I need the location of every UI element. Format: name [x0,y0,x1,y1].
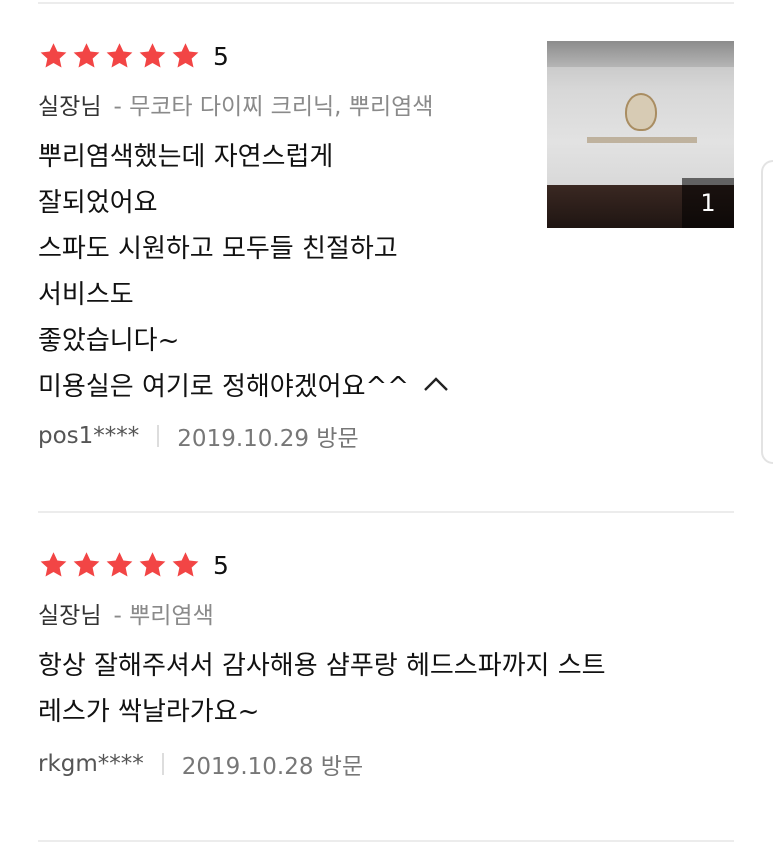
review-photo[interactable]: 1 [547,41,734,228]
review-line: 좋았습니다~ [38,326,180,356]
review-divider [38,511,734,513]
star-rating [38,41,201,71]
service-list: - 뿌리염색 [113,603,214,629]
star-icon [104,41,135,71]
salon-logo [625,93,657,131]
star-icon [71,550,102,580]
service-list: - 무코타 다이찌 크리닉, 뿌리염색 [113,94,434,120]
scroll-handle[interactable] [761,160,773,464]
star-icon [104,550,135,580]
designer-row: 실장님 - 뿌리염색 [38,601,734,631]
review-item: 5 실장님 - 뿌리염색 항상 잘해주셔서 감사해용 샴푸랑 헤드스파까지 스트… [38,547,734,781]
star-icon [38,550,69,580]
review-line: 스파도 시원하고 모두들 친절하고 [38,234,398,264]
user-id: pos1**** [38,422,140,449]
review-meta: rkgm**** 2019.10.28 방문 [38,747,734,781]
review-line: 서비스도 [38,280,134,310]
review-body[interactable]: 항상 잘해주셔서 감사해용 샴푸랑 헤드스파까지 스트 레스가 싹날라가요~ [38,643,734,735]
rating-score: 5 [213,550,229,580]
review-line-last: 미용실은 여기로 정해야겠어요^^ [38,364,734,411]
designer-name: 실장님 [38,94,102,120]
meta-separator [161,753,164,775]
rating-score: 5 [213,41,229,71]
review-line: 레스가 싹날라가요~ [38,697,260,727]
star-icon [71,41,102,71]
star-icon [137,550,168,580]
star-icon [170,41,201,71]
designer-name: 실장님 [38,603,102,629]
review-line-text: 미용실은 여기로 정해야겠어요^^ [38,372,410,402]
visit-date: 2019.10.28 방문 [181,754,364,780]
meta-separator [157,424,160,447]
star-icon [137,41,168,71]
star-rating [38,550,201,580]
photo-count-badge: 1 [682,178,734,228]
review-line: 항상 잘해주셔서 감사해용 샴푸랑 헤드스파까지 스트 [38,651,606,681]
visit-date: 2019.10.29 방문 [177,425,359,452]
star-icon [38,41,69,71]
rating-row: 5 [38,547,734,583]
review-meta: pos1**** 2019.10.29 방문 [38,419,734,453]
bottom-divider [38,840,734,842]
user-id: rkgm**** [38,751,144,777]
chevron-up-icon[interactable] [423,361,449,407]
star-icon [170,550,201,580]
top-divider [38,2,734,4]
